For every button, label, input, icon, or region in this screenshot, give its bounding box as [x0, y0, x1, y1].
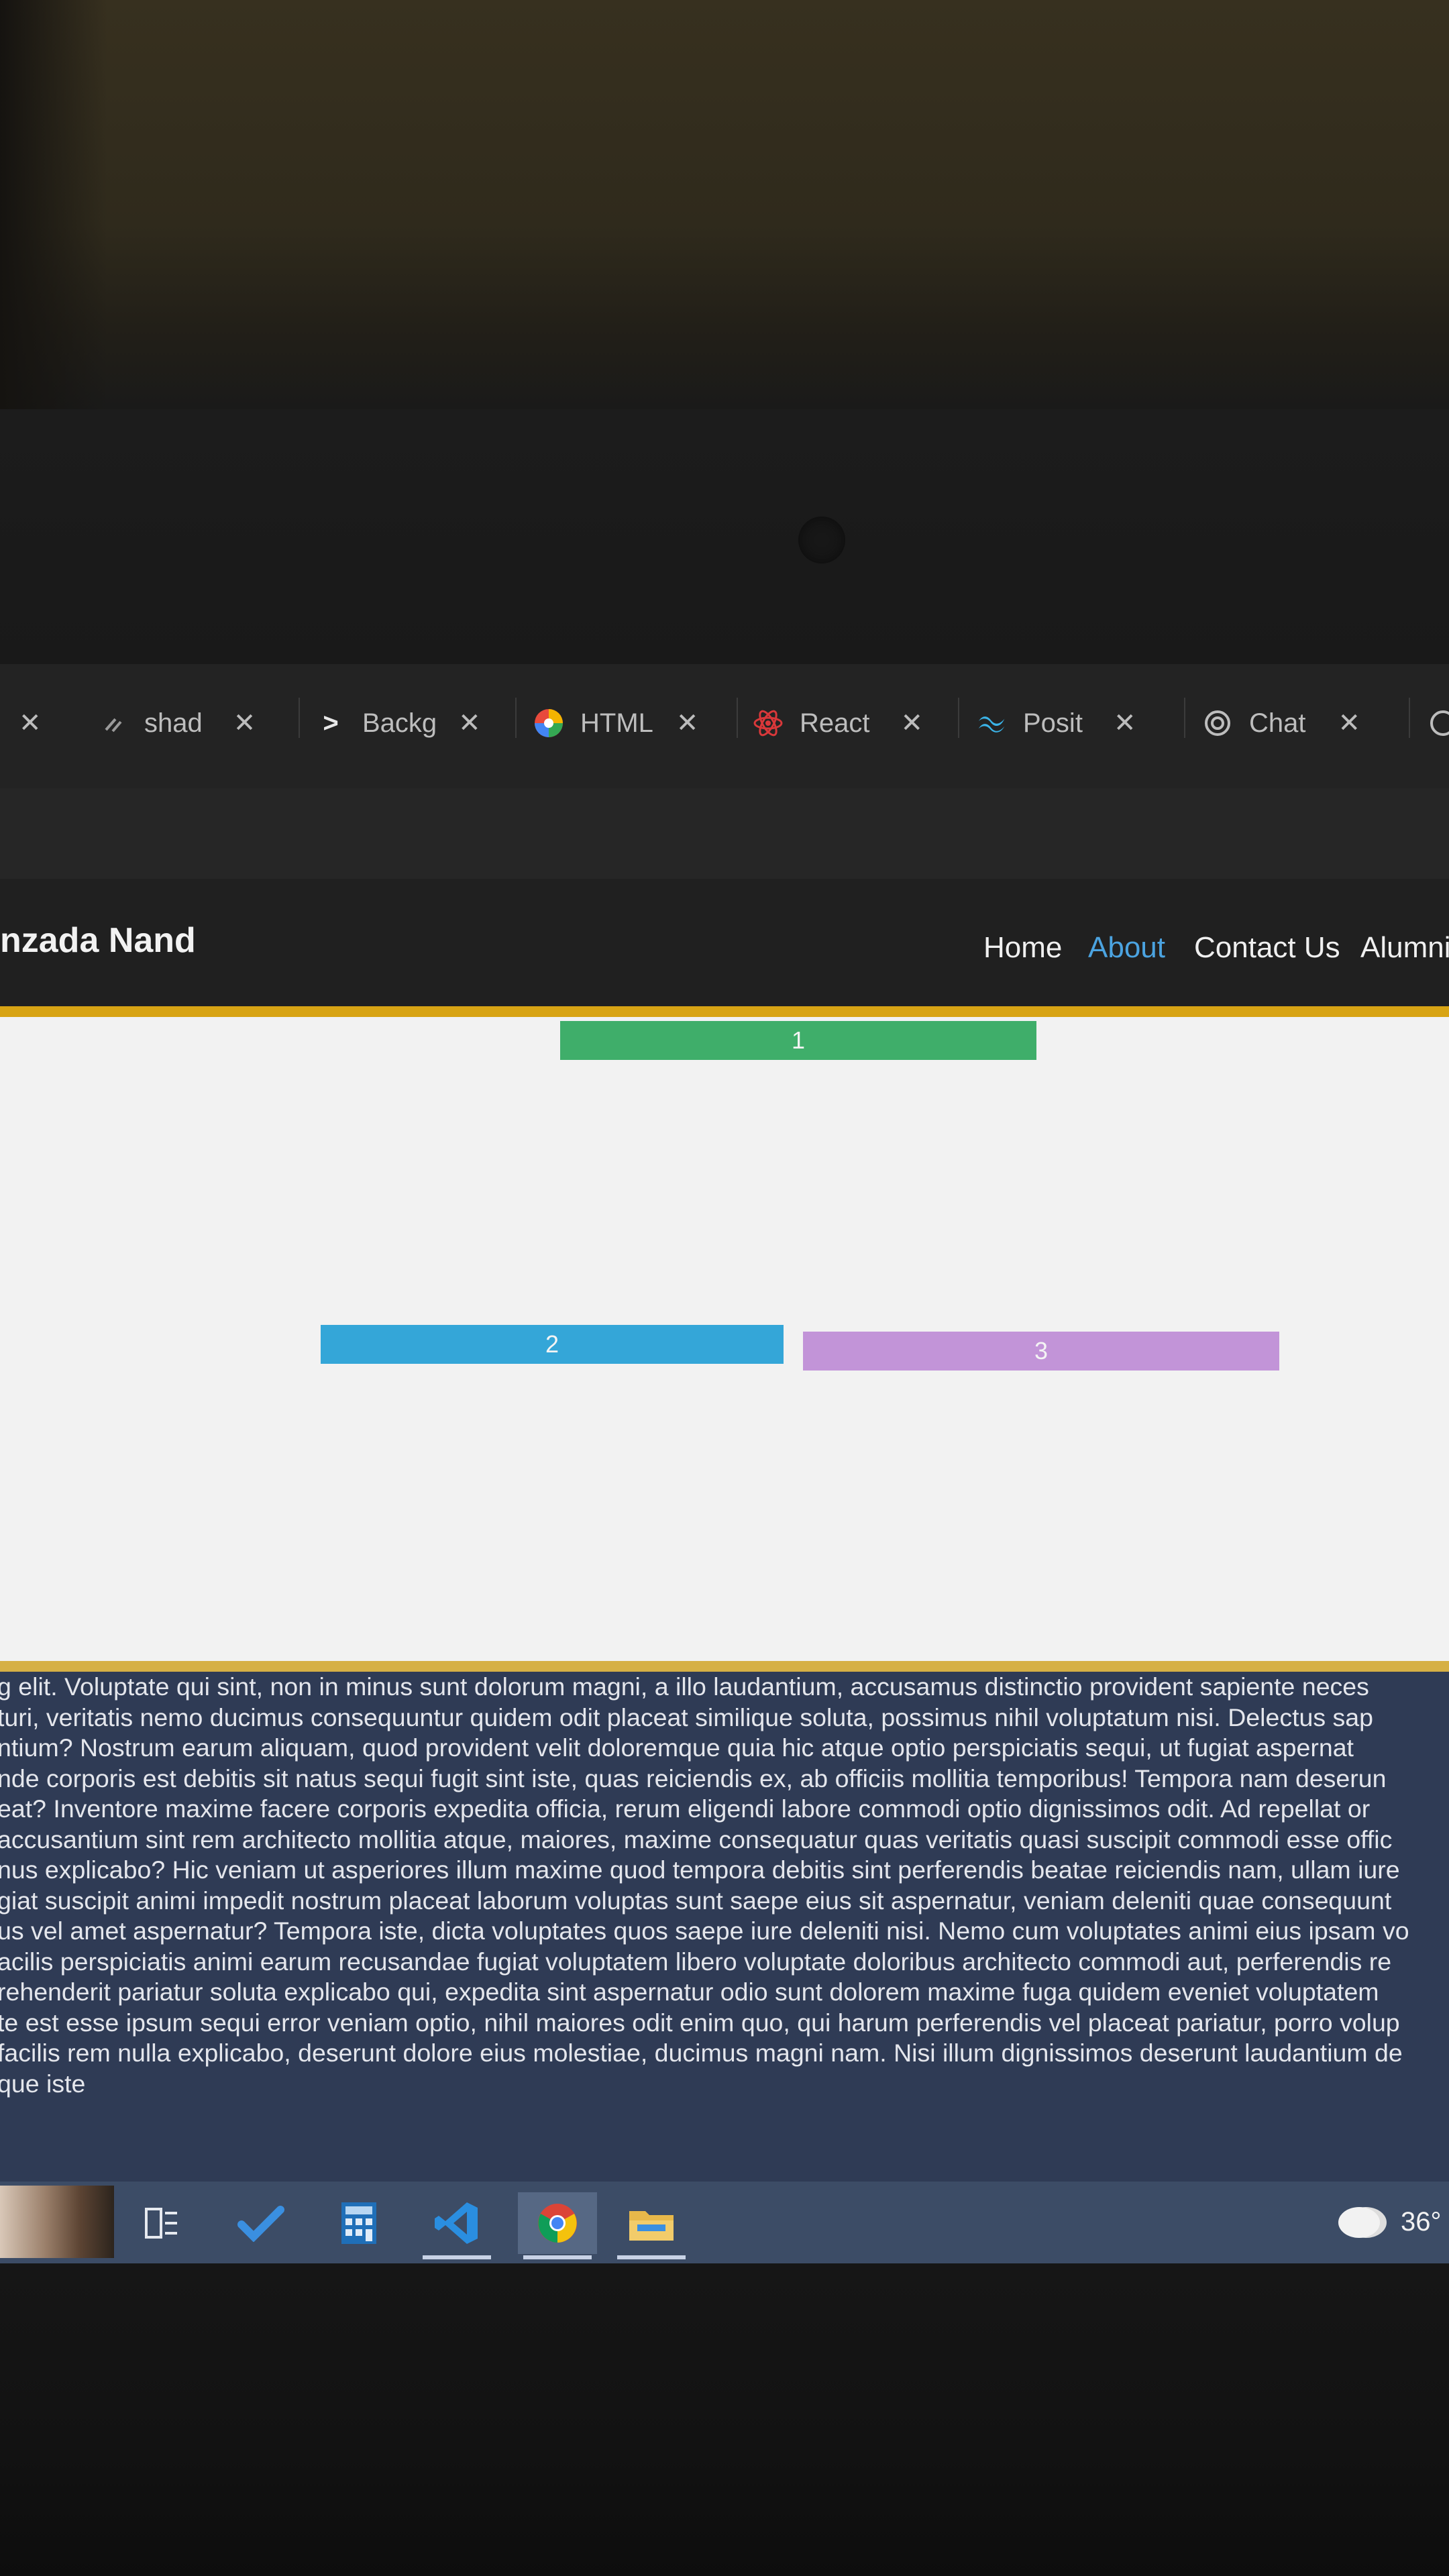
- container-border-top: [0, 1006, 1449, 1017]
- close-icon[interactable]: ✕: [233, 708, 256, 739]
- tailwind-icon: [976, 708, 1007, 739]
- react-atom-icon: [753, 708, 784, 739]
- nav-alumni[interactable]: Alumni: [1360, 931, 1449, 965]
- tab-separator: [737, 698, 738, 738]
- paragraph-line: eat? Inventore maxime facere corporis ex…: [0, 1794, 1371, 1823]
- weather-cloud-icon[interactable]: [1338, 2207, 1380, 2238]
- flex-item-1: 1: [560, 1021, 1036, 1060]
- color-wheel-icon: [533, 708, 564, 739]
- browser-tab[interactable]: ✕: [19, 696, 42, 750]
- paragraph-line: rehenderit pariatur soluta explicabo qui…: [0, 1978, 1379, 2006]
- lorem-paragraph: g elit. Voluptate qui sint, non in minus…: [0, 1672, 1449, 2182]
- paragraph-line: us vel amet aspernatur? Tempora iste, di…: [0, 1917, 1409, 1945]
- nav-about[interactable]: About: [1088, 931, 1165, 965]
- paragraph-line: nde corporis est debitis sit natus sequi…: [0, 1764, 1387, 1792]
- flex-item-3: 3: [803, 1332, 1279, 1371]
- paragraph-line: accusantium sint rem architecto mollitia…: [0, 1825, 1393, 1854]
- browser-tab-react[interactable]: React ✕: [753, 696, 923, 750]
- laptop-bottom-bezel: [0, 2263, 1449, 2576]
- close-icon[interactable]: ✕: [19, 708, 42, 739]
- browser-tab-strip: ✕ shad ✕ > Backg ✕ HTML ✕ React ✕ Posit …: [0, 664, 1449, 788]
- paragraph-line: giat suscipit animi impedit nostrum plac…: [0, 1886, 1392, 1915]
- tab-separator: [1409, 698, 1410, 738]
- chatgpt-icon: [1428, 708, 1449, 739]
- paragraph-line: turi, veritatis nemo ducimus consequuntu…: [0, 1703, 1374, 1731]
- paragraph-line: ntium? Nostrum earum aliquam, quod provi…: [0, 1733, 1354, 1762]
- close-icon[interactable]: ✕: [901, 708, 924, 739]
- temperature-readout[interactable]: 36°: [1401, 2207, 1442, 2237]
- container-border-bottom: [0, 1661, 1449, 1672]
- tab-separator: [958, 698, 959, 738]
- shadcn-icon: [97, 708, 128, 739]
- flex-item-2: 2: [321, 1325, 784, 1364]
- windows-taskbar: [0, 2182, 1449, 2263]
- terminal-prompt-icon: >: [323, 708, 339, 738]
- paragraph-line: g elit. Voluptate qui sint, non in minus…: [0, 1672, 1369, 1701]
- tab-title: React: [800, 708, 870, 738]
- tab-separator: [1184, 698, 1185, 738]
- tab-title: Backg: [362, 708, 437, 738]
- browser-tab-shad[interactable]: shad ✕: [97, 696, 256, 750]
- tab-title: HTML: [580, 708, 653, 738]
- calculator-icon[interactable]: [319, 2192, 398, 2254]
- browser-tab-html[interactable]: HTML ✕: [533, 696, 698, 750]
- chatgpt-icon: [1202, 708, 1233, 739]
- close-icon[interactable]: ✕: [676, 708, 699, 739]
- site-brand[interactable]: nzada Nand: [0, 920, 196, 961]
- file-explorer-icon[interactable]: [612, 2192, 691, 2259]
- user-photo-thumbnail[interactable]: [0, 2186, 114, 2258]
- browser-toolbar: [0, 788, 1449, 879]
- nav-home[interactable]: Home: [983, 931, 1062, 965]
- screen-bezel: [0, 409, 1449, 664]
- tab-title: Chat: [1249, 708, 1306, 738]
- paragraph-line: acilis perspiciatis animi earum recusand…: [0, 1947, 1392, 1976]
- chrome-icon[interactable]: [518, 2192, 597, 2259]
- paragraph-line: que iste: [0, 2069, 86, 2098]
- browser-tab-chat[interactable]: Chat ✕: [1202, 696, 1360, 750]
- task-view-icon[interactable]: [122, 2192, 201, 2254]
- browser-tab[interactable]: [1428, 696, 1449, 750]
- vscode-icon[interactable]: [417, 2192, 496, 2259]
- paragraph-line: nus explicabo? Hic veniam ut asperiores …: [0, 1856, 1400, 1884]
- tab-separator: [515, 698, 517, 738]
- webcam-icon: [798, 517, 845, 564]
- tab-title: shad: [144, 708, 203, 738]
- background-room: [0, 0, 1449, 409]
- nav-contact[interactable]: Contact Us: [1194, 931, 1340, 965]
- paragraph-line: te est esse ipsum sequi error veniam opt…: [0, 2008, 1400, 2037]
- close-icon[interactable]: ✕: [1114, 708, 1136, 739]
- room-shadow: [0, 0, 107, 409]
- todo-check-icon[interactable]: [221, 2192, 301, 2254]
- browser-tab-posit[interactable]: Posit ✕: [976, 696, 1136, 750]
- paragraph-line: facilis rem nulla explicabo, deserunt do…: [0, 2039, 1403, 2067]
- close-icon[interactable]: ✕: [458, 708, 481, 739]
- tab-separator: [299, 698, 300, 738]
- tab-title: Posit: [1023, 708, 1083, 738]
- close-icon[interactable]: ✕: [1338, 708, 1361, 739]
- browser-tab-backg[interactable]: > Backg ✕: [315, 696, 481, 750]
